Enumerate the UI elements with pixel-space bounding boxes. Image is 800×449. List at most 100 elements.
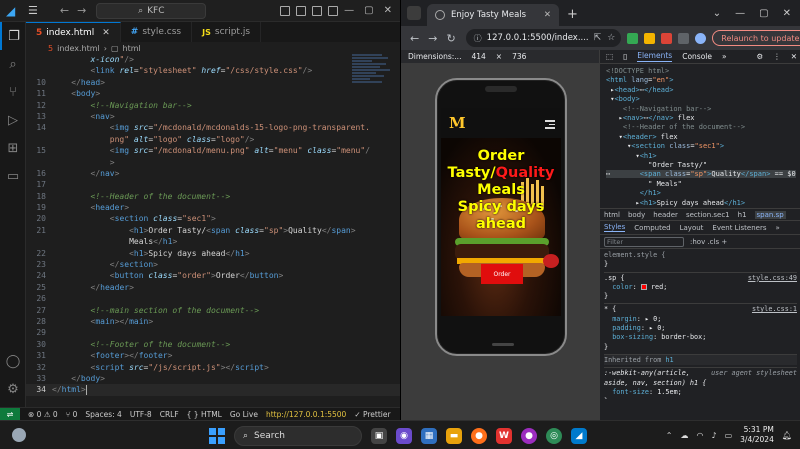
crumb[interactable]: section.sec1: [686, 211, 730, 219]
viewport-width-input[interactable]: 414: [471, 52, 485, 61]
tab-layout[interactable]: Layout: [680, 224, 704, 232]
crumb-current[interactable]: span.sp: [754, 210, 786, 219]
gear-icon[interactable]: ⚙: [0, 375, 26, 403]
styles-pane[interactable]: element.style { } .sp { style.css:49 col…: [600, 249, 800, 399]
maximize-icon[interactable]: ▢: [759, 8, 768, 19]
store-icon[interactable]: ▦: [421, 428, 437, 444]
code-line[interactable]: 26: [26, 293, 400, 304]
code-line[interactable]: 28 <main></main>: [26, 316, 400, 327]
styles-toolbar[interactable]: :hov .cls +: [690, 238, 727, 246]
code-line[interactable]: 22 <h1>Spicy days ahead</h1>: [26, 248, 400, 259]
explorer-icon[interactable]: ❐: [0, 22, 26, 50]
code-editor[interactable]: x-icon"/> <link rel="stylesheet" href="/…: [26, 54, 400, 398]
minimap[interactable]: [352, 54, 392, 114]
mcdonalds-logo[interactable]: M: [449, 116, 466, 131]
breadcrumb-item[interactable]: index.html: [57, 44, 100, 53]
site-info-icon[interactable]: ⓘ: [474, 33, 482, 44]
vscode-taskbar-icon[interactable]: ◢: [571, 428, 587, 444]
code-line[interactable]: x-icon"/>: [26, 54, 400, 65]
code-line[interactable]: 18 <!--Header of the document-->: [26, 191, 400, 202]
code-line[interactable]: 33 </body>: [26, 373, 400, 384]
firefox-icon[interactable]: ●: [471, 428, 487, 444]
styles-filter-input[interactable]: Filter: [604, 236, 684, 247]
tab-elements[interactable]: Elements: [637, 51, 673, 62]
code-line[interactable]: 12 <!--Navigation bar-->: [26, 100, 400, 111]
close-icon[interactable]: ✕: [783, 8, 791, 19]
code-line[interactable]: 20 <section class="sec1">: [26, 213, 400, 224]
code-line[interactable]: 16 </nav>: [26, 168, 400, 179]
encoding-status[interactable]: UTF-8: [130, 410, 152, 419]
code-line[interactable]: <link rel="stylesheet" href="/css/style.…: [26, 65, 400, 76]
code-line[interactable]: 32 <script src="/js/script.js"></script>: [26, 362, 400, 373]
gear-icon[interactable]: ⚙: [756, 52, 763, 61]
extensions-icon[interactable]: ⊞: [0, 134, 26, 162]
code-line[interactable]: 27 <!--main section of the document-->: [26, 305, 400, 316]
code-line[interactable]: 10 </head>: [26, 77, 400, 88]
tab-console[interactable]: Console: [682, 52, 712, 61]
tab-event-listeners[interactable]: Event Listeners: [712, 224, 766, 232]
browser-tab[interactable]: Enjoy Tasty Meals ✕: [427, 4, 559, 26]
code-line[interactable]: 24 <button class="order">Order</button>: [26, 270, 400, 281]
crumb[interactable]: body: [628, 211, 645, 219]
tab-index-html[interactable]: 5 index.html ✕: [26, 22, 121, 42]
address-bar[interactable]: ⓘ 127.0.0.1:5500/index.... ⇱ ☆: [465, 29, 622, 47]
code-line[interactable]: 14 <img src="/mcdonald/mcdonalds-15-logo…: [26, 122, 400, 133]
tab-computed[interactable]: Computed: [634, 224, 670, 232]
minimize-icon[interactable]: —: [735, 8, 745, 19]
code-line[interactable]: 30 <!--Footer of the document-->: [26, 339, 400, 350]
device-toggle-icon[interactable]: ▯: [623, 52, 627, 61]
crumb[interactable]: html: [604, 211, 620, 219]
device-dimensions-select[interactable]: Dimensions:...: [408, 52, 461, 61]
tab-style-css[interactable]: # style.css: [121, 22, 193, 42]
relaunch-update-button[interactable]: Relaunch to update: [712, 30, 800, 46]
dom-tree[interactable]: <!DOCTYPE html> <html lang="en"> ▸<head>…: [600, 64, 800, 208]
code-line[interactable]: 19 <header>: [26, 202, 400, 213]
chrome-icon[interactable]: ◎: [546, 428, 562, 444]
close-tab-icon[interactable]: ✕: [544, 10, 551, 20]
code-line[interactable]: 23 </section>: [26, 259, 400, 270]
close-icon[interactable]: ✕: [384, 5, 392, 16]
toggle-sidebar-icon[interactable]: [280, 5, 291, 16]
file-explorer-icon[interactable]: ▬: [446, 428, 462, 444]
extension-icon[interactable]: [661, 32, 673, 44]
account-icon[interactable]: ◯: [0, 347, 26, 375]
code-line[interactable]: 29: [26, 327, 400, 338]
crumb[interactable]: header: [653, 211, 678, 219]
code-line[interactable]: png" alt="logo" class="logo"/>: [26, 134, 400, 145]
windows-start-icon[interactable]: [209, 428, 225, 444]
remote-indicator-icon[interactable]: ⇌: [0, 407, 20, 421]
problems-status[interactable]: ⊗ 0 ⚠ 0: [28, 410, 58, 419]
tab-styles[interactable]: Styles: [604, 223, 626, 232]
cloud-icon[interactable]: ☁: [681, 431, 689, 440]
new-tab-icon[interactable]: +: [567, 7, 578, 22]
inspect-icon[interactable]: ⬚: [606, 52, 613, 61]
battery-icon[interactable]: ▭: [725, 431, 733, 440]
crumb[interactable]: h1: [738, 211, 747, 219]
order-button[interactable]: Order: [481, 264, 523, 284]
viewport-height-input[interactable]: 736: [512, 52, 526, 61]
prettier-status[interactable]: ✓ Prettier: [354, 410, 390, 419]
tab-search-icon[interactable]: [407, 6, 421, 20]
go-live-button[interactable]: Go Live: [230, 410, 258, 419]
profile-avatar[interactable]: [695, 32, 707, 44]
close-tab-icon[interactable]: ✕: [102, 28, 110, 38]
back-arrow-icon[interactable]: ←: [410, 32, 419, 45]
forward-arrow-icon[interactable]: →: [77, 4, 86, 17]
teams-icon[interactable]: ◉: [396, 428, 412, 444]
weather-icon[interactable]: [12, 428, 26, 442]
ports-status[interactable]: ⑂ 0: [66, 410, 78, 419]
chevron-up-icon[interactable]: ⌃: [666, 431, 673, 440]
customize-layout-icon[interactable]: [328, 5, 339, 16]
code-line[interactable]: 25 </header>: [26, 282, 400, 293]
hamburger-icon[interactable]: ☰: [28, 4, 38, 17]
notification-bell-icon[interactable]: 🔔︎: [782, 431, 792, 440]
breadcrumb-item[interactable]: html: [123, 44, 141, 53]
app-icon[interactable]: ●: [521, 428, 537, 444]
task-view-icon[interactable]: ▣: [371, 428, 387, 444]
more-tabs-icon[interactable]: »: [776, 224, 780, 232]
open-in-app-icon[interactable]: ⇱: [594, 33, 602, 43]
run-debug-icon[interactable]: ▷: [0, 106, 26, 134]
brave-icon[interactable]: W: [496, 428, 512, 444]
extension-icon[interactable]: [644, 32, 656, 44]
source-control-icon[interactable]: ⑂: [0, 78, 26, 106]
